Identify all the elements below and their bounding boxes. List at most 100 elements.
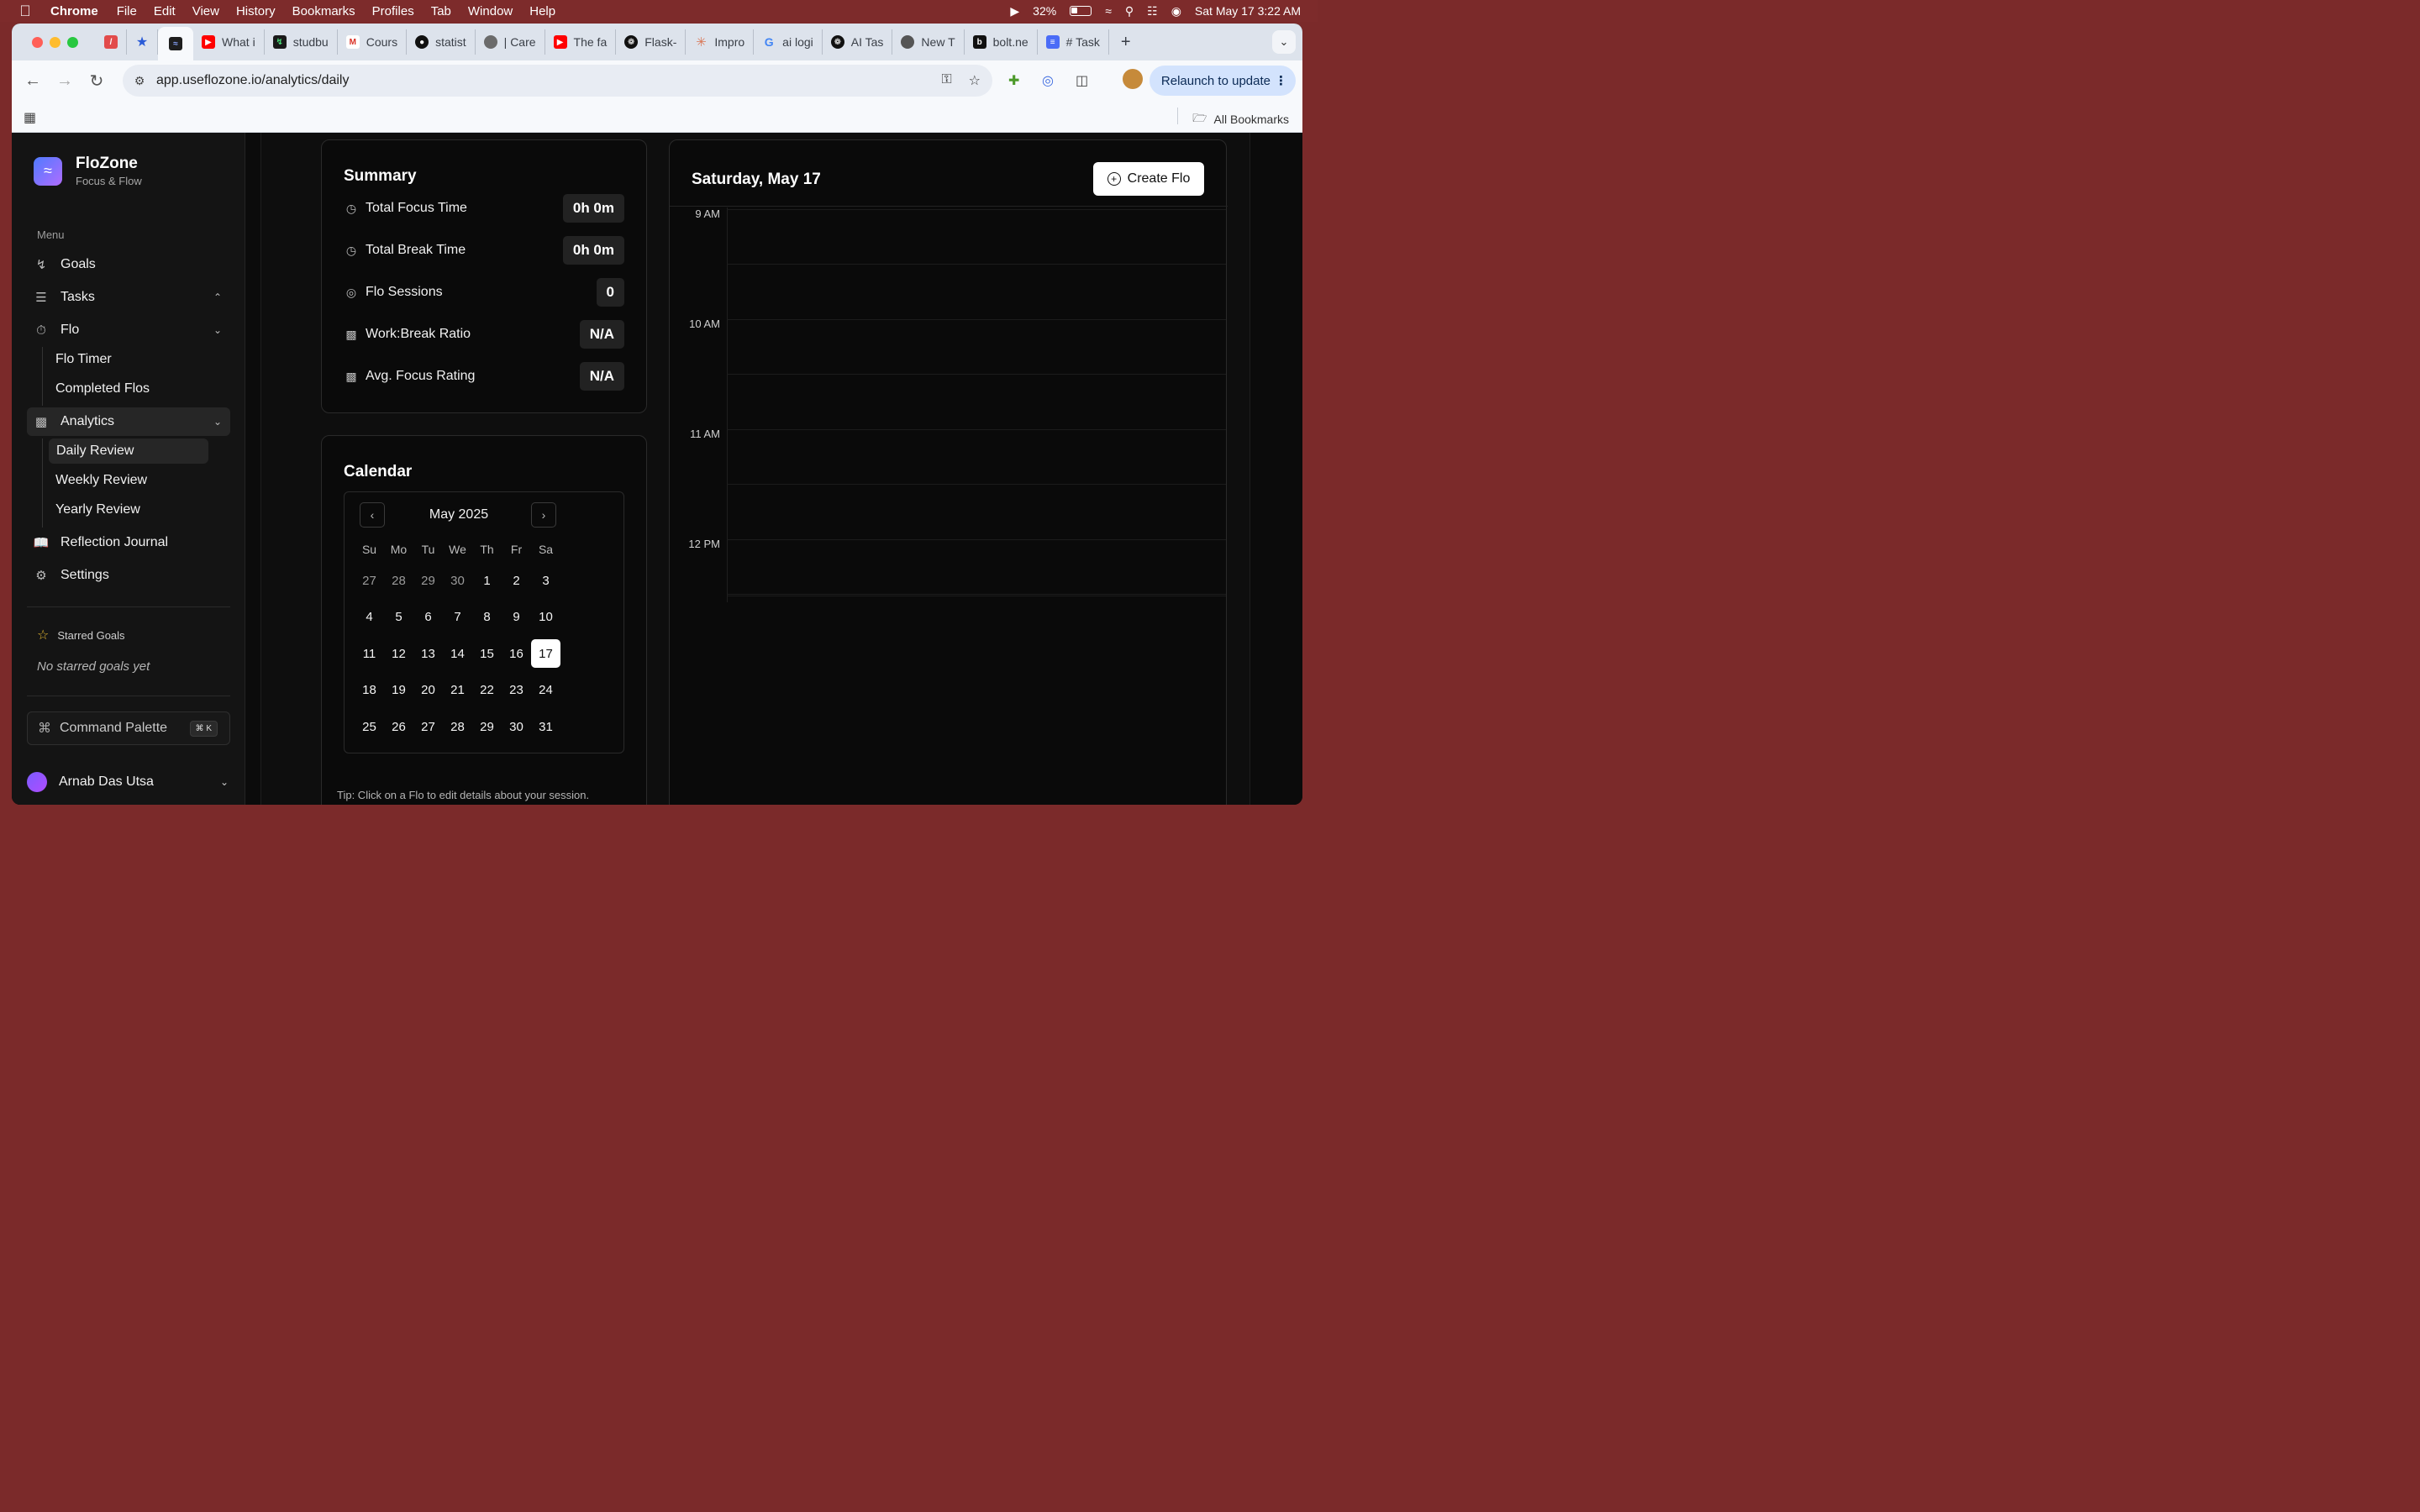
calendar-day[interactable]: 30 [443,566,472,595]
forward-arrow-icon[interactable]: → [49,71,81,91]
time-slot[interactable] [727,594,1226,595]
calendar-day[interactable]: 17 [531,639,560,668]
calendar-day[interactable]: 18 [355,676,384,705]
calendar-day[interactable]: 13 [413,639,443,668]
apps-grid-icon[interactable]: ▦ [24,109,36,126]
calendar-day[interactable]: 16 [502,639,531,668]
reload-icon[interactable]: ↻ [81,71,113,92]
sidebar-item-daily-review[interactable]: Daily Review [49,438,208,464]
menubar-profiles[interactable]: Profiles [372,4,414,18]
more-menu-icon[interactable]: ⋮ [1275,73,1287,88]
site-info-icon[interactable]: ⚙ [123,74,156,88]
calendar-day[interactable]: 24 [531,676,560,705]
relaunch-button[interactable]: Relaunch to update ⋮ [1149,66,1296,96]
calendar-day[interactable]: 3 [531,566,560,595]
bookmark-star-icon[interactable]: ☆ [969,72,981,89]
calendar-day[interactable]: 19 [384,676,413,705]
time-slot[interactable] [727,374,1226,375]
siri-icon[interactable]: ◉ [1171,4,1181,18]
menubar-history[interactable]: History [236,4,276,18]
calendar-day[interactable]: 25 [355,712,384,741]
calendar-day[interactable]: 30 [502,712,531,741]
sidebar-item-weekly-review[interactable]: Weekly Review [55,468,147,493]
sidebar-item-analytics[interactable]: ▩ Analytics ⌄ [27,407,230,436]
calendar-day[interactable]: 15 [472,639,502,668]
sidebar-item-completed-flos[interactable]: Completed Flos [55,376,150,402]
calendar-day[interactable]: 26 [384,712,413,741]
calendar-day[interactable]: 14 [443,639,472,668]
calendar-day[interactable]: 31 [531,712,560,741]
calendar-day[interactable]: 28 [384,566,413,595]
time-slot[interactable] [727,429,1226,430]
browser-tab[interactable]: ★ [127,29,158,55]
calendar-day[interactable]: 11 [355,639,384,668]
profile-avatar[interactable] [1123,69,1143,89]
back-arrow-icon[interactable]: ← [17,71,49,91]
browser-tab[interactable]: / [96,29,127,55]
browser-tab[interactable]: ● statist [407,29,476,55]
battery-icon[interactable] [1070,6,1092,16]
chevron-right-icon[interactable]: › [531,502,556,528]
calendar-day[interactable]: 9 [502,603,531,632]
spotlight-search-icon[interactable]: ⚲ [1125,4,1134,18]
browser-tab[interactable]: ≡ # Task [1038,29,1109,55]
new-tab-button[interactable]: + [1109,33,1143,52]
all-bookmarks-button[interactable]: 🗁 All Bookmarks [1177,108,1289,129]
menubar-clock[interactable]: Sat May 17 3:22 AM [1195,4,1301,18]
browser-tab[interactable]: b bolt.ne [965,29,1038,55]
time-slot[interactable] [727,484,1226,485]
menubar-help[interactable]: Help [529,4,555,18]
time-slot[interactable] [727,209,1226,210]
url-text[interactable]: app.useflozone.io/analytics/daily [156,73,349,88]
address-bar[interactable]: ⚙ app.useflozone.io/analytics/daily ⚿ ☆ [123,65,992,97]
calendar-day[interactable]: 2 [502,566,531,595]
chevron-down-icon[interactable]: ⌄ [213,416,222,428]
brand[interactable]: ≈ FloZone Focus & Flow [34,155,142,187]
calendar-day[interactable]: 23 [502,676,531,705]
calendar-day[interactable]: 20 [413,676,443,705]
menubar-view[interactable]: View [192,4,219,18]
apple-icon[interactable]:  [0,3,50,20]
sidebar-item-goals[interactable]: ↯ Goals [27,250,230,279]
menubar-tab[interactable]: Tab [431,4,451,18]
minimize-window-button[interactable] [50,36,60,48]
time-slot[interactable] [727,539,1226,540]
extension-swirl-icon[interactable]: ◎ [1042,72,1054,89]
control-center-icon[interactable]: ☷ [1147,4,1158,18]
browser-tab-active[interactable]: ≈ [158,27,193,60]
calendar-day[interactable]: 22 [472,676,502,705]
browser-tab[interactable]: | Care [476,29,545,55]
create-flo-button[interactable]: + Create Flo [1093,162,1204,196]
menubar-app-name[interactable]: Chrome [50,4,98,18]
password-key-icon[interactable]: ⚿ [941,72,951,89]
calendar-day[interactable]: 27 [413,712,443,741]
calendar-day[interactable]: 4 [355,603,384,632]
play-icon[interactable]: ▶ [1010,4,1019,18]
calendar-day[interactable]: 7 [443,603,472,632]
calendar-day[interactable]: 29 [472,712,502,741]
chevron-down-icon[interactable]: ⌄ [220,776,229,788]
menubar-edit[interactable]: Edit [154,4,176,18]
calendar-day[interactable]: 29 [413,566,443,595]
calendar-day[interactable]: 10 [531,603,560,632]
sidebar-item-flo[interactable]: ⏱ Flo ⌄ [27,316,230,344]
browser-tab[interactable]: Gai logi [754,29,823,55]
chevron-down-icon[interactable]: ⌄ [213,324,222,336]
calendar-day[interactable]: 8 [472,603,502,632]
extension-plus-icon[interactable]: ✚ [1008,72,1019,89]
browser-tab[interactable]: New T [892,29,965,55]
close-window-button[interactable] [32,36,43,48]
user-menu[interactable]: Arnab Das Utsa ⌄ [27,769,230,795]
calendar-day[interactable]: 21 [443,676,472,705]
menubar-file[interactable]: File [117,4,137,18]
zoom-window-button[interactable] [67,36,78,48]
wifi-icon[interactable]: ≈ [1105,4,1112,18]
calendar-day[interactable]: 12 [384,639,413,668]
time-slot[interactable] [727,264,1226,265]
calendar-day[interactable]: 6 [413,603,443,632]
browser-tab[interactable]: ▶ What i [193,29,265,55]
browser-tab[interactable]: ✳ Impro [686,29,755,55]
chevron-up-icon[interactable]: ⌃ [213,291,222,303]
browser-tab[interactable]: ❁ Flask- [616,29,687,55]
browser-tab[interactable]: ▶ The fa [545,29,617,55]
